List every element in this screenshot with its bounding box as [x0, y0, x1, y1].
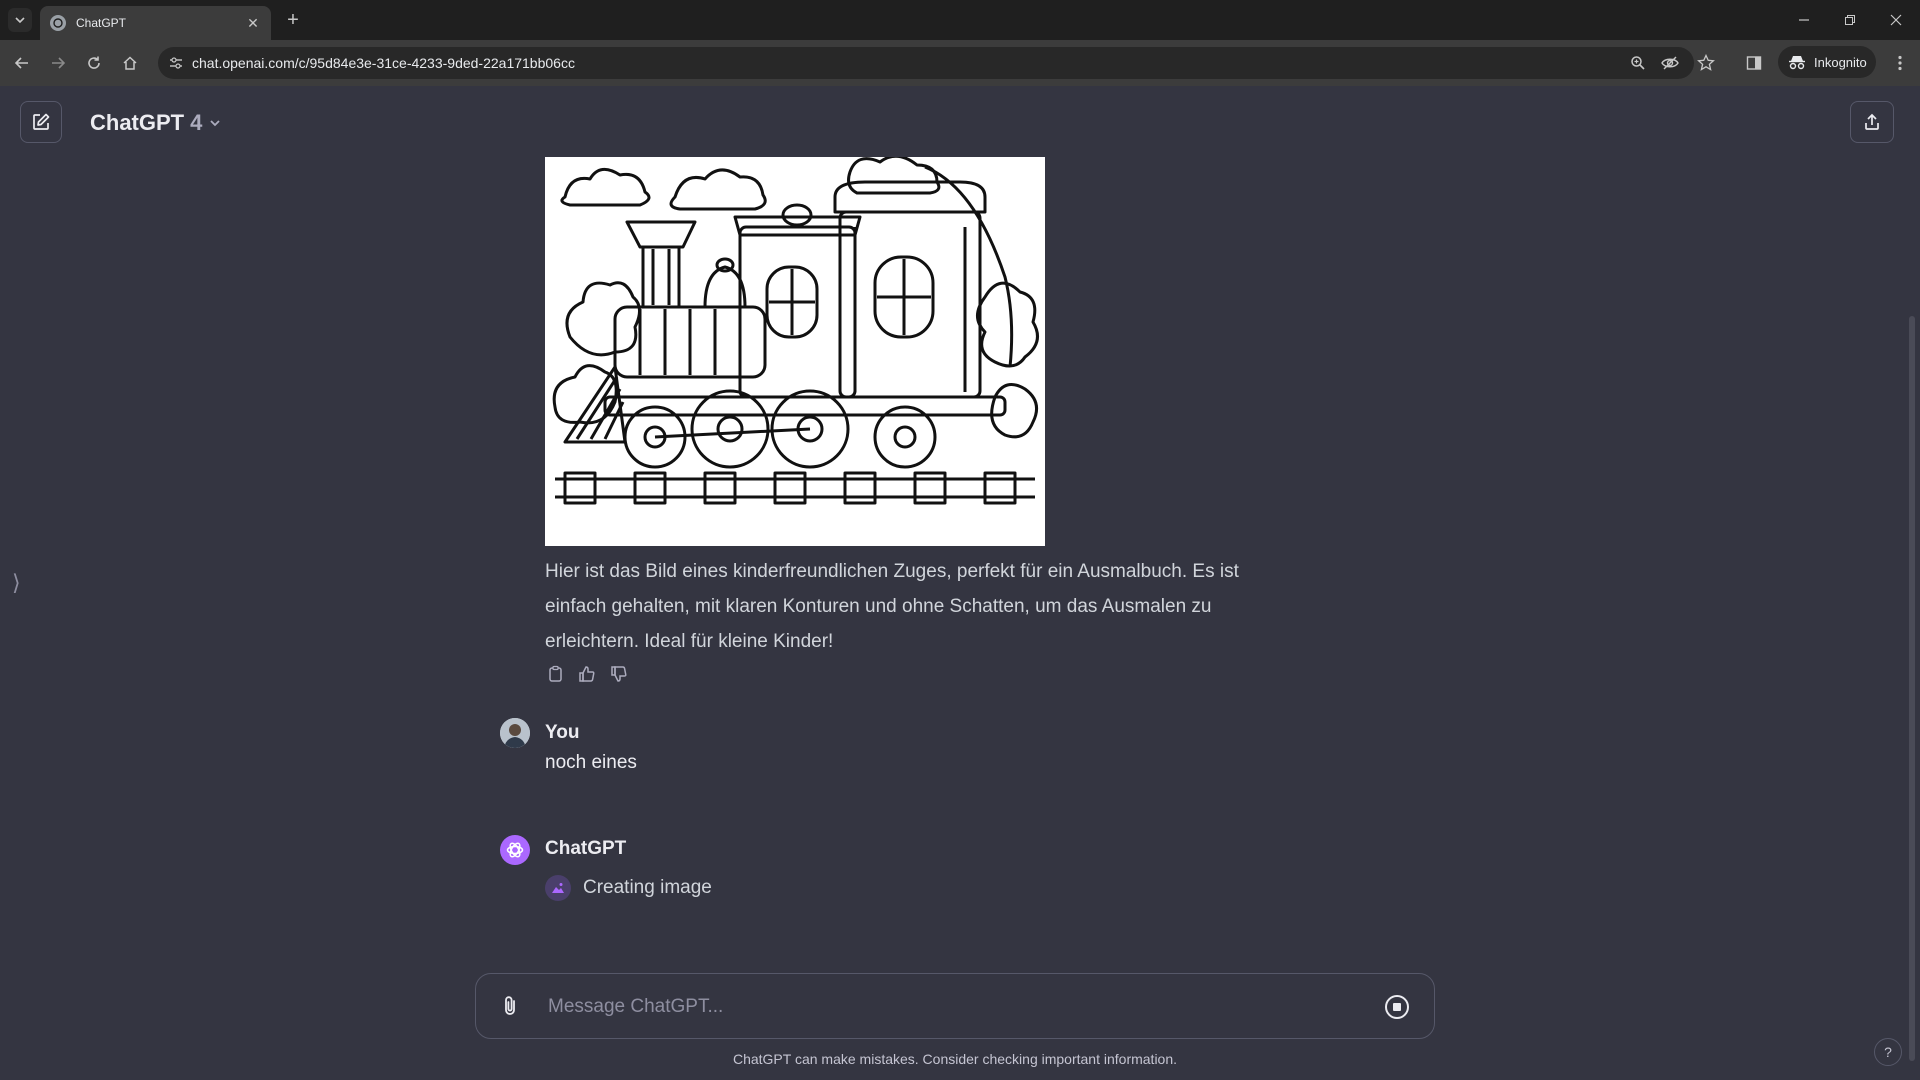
message-composer [475, 973, 1435, 1039]
share-button[interactable] [1850, 101, 1894, 143]
message-actions [545, 664, 629, 684]
user-message-text: noch eines [545, 752, 637, 773]
tab-search-button[interactable] [8, 8, 32, 32]
tab-close-icon[interactable]: ✕ [243, 13, 263, 33]
disclaimer-text: ChatGPT can make mistakes. Consider chec… [732, 1051, 1178, 1067]
assistant-author-name: ChatGPT [545, 838, 627, 859]
incognito-icon [1789, 56, 1805, 70]
new-chat-button[interactable] [20, 101, 62, 143]
model-version: 4 [190, 110, 203, 135]
reload-icon[interactable] [82, 51, 106, 75]
chevron-down-icon [210, 120, 221, 127]
restore-icon[interactable] [1838, 8, 1862, 32]
url-text: chat.openai.com/c/95d84e3e-31ce-4233-9de… [192, 55, 575, 71]
close-window-icon[interactable] [1884, 8, 1908, 32]
back-arrow-icon[interactable] [10, 51, 34, 75]
minimize-icon[interactable] [1792, 8, 1816, 32]
creating-status-text: Creating image [583, 877, 712, 898]
generated-train-image[interactable] [545, 157, 1045, 546]
browser-toolbar: chat.openai.com/c/95d84e3e-31ce-4233-9de… [0, 40, 1920, 86]
side-panel-icon[interactable] [1742, 51, 1766, 75]
eye-off-icon[interactable] [1660, 53, 1680, 73]
message-input[interactable] [546, 990, 1350, 1024]
scrollbar[interactable] [1909, 316, 1915, 1061]
paperclip-icon[interactable] [498, 994, 522, 1018]
home-icon[interactable] [118, 51, 142, 75]
openai-logo-icon [506, 842, 524, 858]
thumbs-down-icon[interactable] [609, 664, 629, 684]
stop-generating-icon[interactable] [1384, 994, 1410, 1020]
creating-image-status: Creating image [545, 875, 712, 901]
site-info-icon[interactable] [166, 53, 186, 73]
more-menu-icon[interactable] [1888, 51, 1912, 75]
share-icon [1865, 113, 1879, 130]
train-coloring-illustration [545, 157, 1045, 546]
chevron-down-icon [15, 17, 25, 24]
image-generating-icon [545, 875, 571, 901]
edit-icon [33, 113, 50, 130]
chat-app: ChatGPT 4 ⟩ Hier ist das Bild eines kind… [0, 86, 1920, 1080]
user-avatar [500, 718, 530, 748]
browser-tab-bar: ChatGPT ✕ + [0, 0, 1920, 40]
thumbs-up-icon[interactable] [577, 664, 597, 684]
new-tab-button[interactable]: + [282, 9, 304, 31]
incognito-badge[interactable]: Inkognito [1778, 46, 1876, 78]
sidebar-toggle-icon[interactable]: ⟩ [12, 570, 21, 596]
address-bar[interactable]: chat.openai.com/c/95d84e3e-31ce-4233-9de… [158, 47, 1694, 79]
chatgpt-favicon-icon [50, 15, 66, 31]
browser-tab[interactable]: ChatGPT ✕ [40, 6, 271, 40]
copy-icon[interactable] [545, 664, 565, 684]
model-selector[interactable]: ChatGPT 4 [90, 110, 222, 136]
assistant-message-text: Hier ist das Bild eines kinderfreundlich… [545, 561, 1239, 652]
star-icon[interactable] [1694, 51, 1718, 75]
model-name: ChatGPT [90, 110, 185, 135]
tab-title: ChatGPT [76, 16, 127, 30]
zoom-icon[interactable] [1628, 53, 1648, 73]
help-button[interactable]: ? [1874, 1038, 1902, 1066]
user-author-name: You [545, 722, 580, 743]
chatgpt-avatar [500, 835, 530, 865]
forward-arrow-icon[interactable] [46, 51, 70, 75]
incognito-label: Inkognito [1814, 54, 1867, 70]
